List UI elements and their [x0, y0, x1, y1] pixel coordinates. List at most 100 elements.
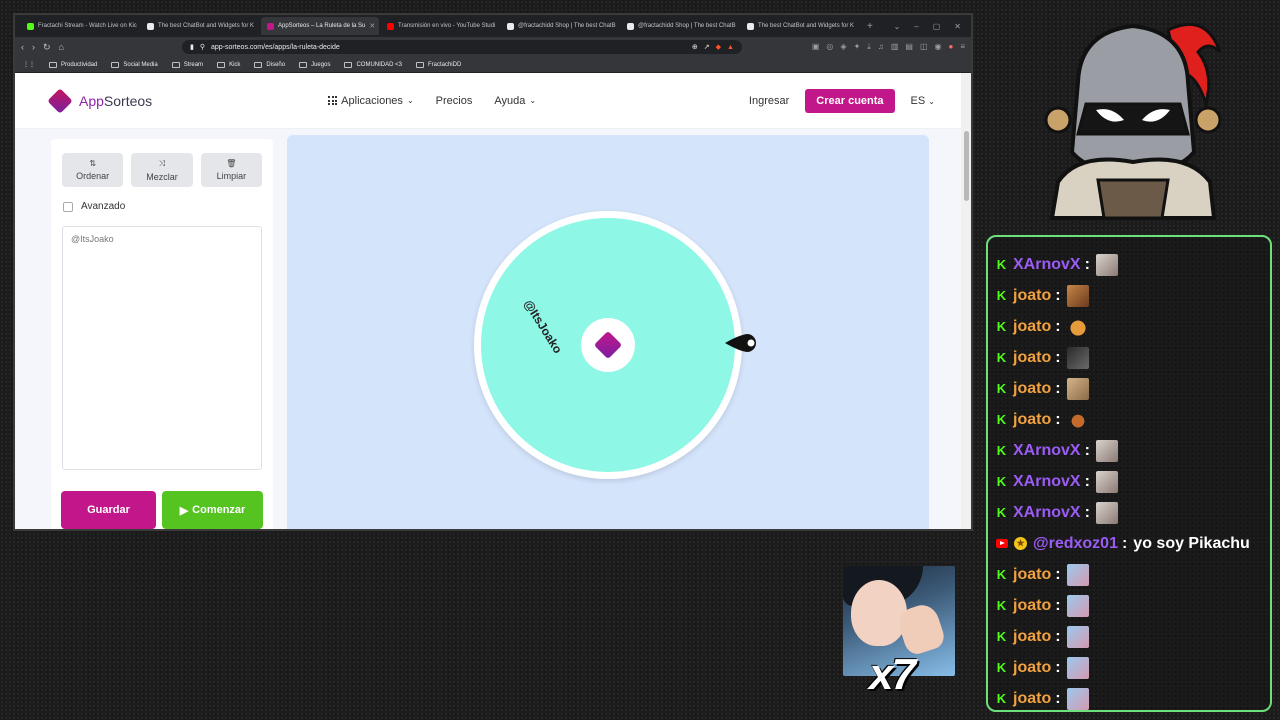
tab-close-icon[interactable]: ✕ — [258, 22, 259, 30]
color-swatch[interactable] — [392, 529, 408, 531]
chat-username[interactable]: XArnovX — [1013, 256, 1081, 274]
save-button[interactable]: Guardar — [61, 491, 157, 529]
wallet-icon[interactable]: ◫ — [920, 42, 928, 52]
site-logo[interactable]: AppSorteos — [47, 87, 152, 114]
color-swatch[interactable] — [335, 529, 351, 531]
extension-icon[interactable]: ◎ — [826, 42, 833, 52]
nav-apps[interactable]: Aplicaciones ⌄ — [328, 95, 414, 107]
zoom-icon[interactable]: ⊕ — [692, 43, 698, 51]
extension-icon[interactable]: ▣ — [812, 42, 820, 52]
chat-username[interactable]: XArnovX — [1013, 473, 1081, 491]
wheel-hub[interactable] — [581, 318, 635, 372]
bookmark-folder[interactable]: Productividad — [49, 61, 97, 68]
bookmark-folder[interactable]: Social Media — [111, 61, 158, 68]
chat-emote-icon — [1066, 315, 1089, 338]
login-link[interactable]: Ingresar — [749, 95, 789, 107]
shuffle-icon: ⤨ — [158, 158, 166, 168]
bookmark-folder[interactable]: COMUNIDAD <3 — [344, 61, 402, 68]
maximize-icon[interactable]: ▢ — [933, 22, 941, 31]
chat-username[interactable]: joato — [1013, 597, 1051, 615]
download-icon[interactable]: ⤓ — [867, 42, 871, 52]
menu-icon[interactable]: ≡ — [960, 42, 965, 52]
apps-grid-icon[interactable]: ⋮⋮ — [23, 61, 35, 68]
bookmark-folder[interactable]: FractachiDD — [415, 61, 461, 68]
minimize-icon[interactable]: – — [914, 22, 918, 31]
chat-username[interactable]: joato — [1013, 349, 1051, 367]
chat-username[interactable]: XArnovX — [1013, 504, 1081, 522]
color-swatch[interactable] — [430, 529, 446, 531]
page-scrollbar[interactable] — [961, 73, 971, 529]
chat-username[interactable]: joato — [1013, 690, 1051, 708]
entries-textarea[interactable]: @ItsJoako — [62, 226, 262, 470]
profile-icon[interactable]: ● — [948, 42, 953, 52]
knight-mascot-icon — [1044, 22, 1222, 220]
advanced-toggle[interactable]: Avanzado — [51, 187, 273, 212]
url-field[interactable]: ▮ ⚲ app-sorteos.com/es/apps/la-ruleta-de… — [181, 40, 742, 54]
bookmark-folder[interactable]: Kick — [217, 61, 240, 68]
browser-tab[interactable]: AppSorteos – La Ruleta de la Su ✕ — [261, 17, 379, 35]
browser-tab[interactable]: The best ChatBot and Widgets for K✕ — [741, 17, 859, 35]
chat-separator: : — [1055, 348, 1061, 366]
color-swatch[interactable] — [354, 529, 370, 531]
sort-button[interactable]: ⇅ Ordenar — [62, 153, 124, 187]
back-icon[interactable]: ‹ — [21, 42, 24, 52]
nav-help[interactable]: Ayuda ⌄ — [494, 95, 536, 107]
chat-username[interactable]: joato — [1013, 628, 1051, 646]
shuffle-button[interactable]: ⤨ Mezclar — [131, 153, 193, 187]
start-button[interactable]: ▶ Comenzar — [162, 491, 263, 529]
color-swatch[interactable] — [449, 529, 465, 531]
create-account-button[interactable]: Crear cuenta — [805, 88, 895, 113]
bookmark-icon[interactable]: ▮ — [190, 43, 194, 51]
home-icon[interactable]: ⌂ — [59, 42, 64, 52]
browser-tab[interactable]: @fractachidd Shop | The best ChatB✕ — [501, 17, 619, 35]
chevron-down-icon: ⌄ — [928, 96, 935, 106]
language-select[interactable]: ES ⌄ — [911, 95, 935, 107]
nav-prices[interactable]: Precios — [436, 95, 473, 107]
browser-tab[interactable]: The best ChatBot and Widgets for K✕ — [141, 17, 259, 35]
chat-username[interactable]: joato — [1013, 659, 1051, 677]
chat-username[interactable]: joato — [1013, 318, 1051, 336]
brave-shield-icon[interactable]: ◆ — [716, 43, 721, 51]
bookmark-folder[interactable]: Stream — [171, 61, 203, 68]
color-swatch[interactable] — [297, 529, 313, 531]
forward-icon[interactable]: › — [32, 42, 35, 52]
scrollbar-thumb[interactable] — [964, 131, 969, 201]
spin-wheel[interactable]: @ItsJoako — [481, 218, 735, 472]
music-icon[interactable]: ♫ — [878, 42, 884, 52]
bookmark-folder[interactable]: Juegos — [299, 61, 330, 68]
tab-bar: Fractachi Stream - Watch Live on Kic✕The… — [15, 15, 971, 37]
new-tab-icon[interactable]: + — [867, 21, 873, 32]
library-icon[interactable]: ▥ — [891, 42, 899, 52]
tab-close-icon[interactable]: ✕ — [369, 22, 375, 30]
color-swatch[interactable] — [373, 529, 389, 531]
bookmark-folder[interactable]: Diseño — [254, 61, 285, 68]
color-swatch[interactable] — [487, 529, 503, 531]
chat-message: Kjoato: — [996, 559, 1262, 590]
vpn-icon[interactable]: ◉ — [935, 42, 942, 52]
extension-icon[interactable]: ◈ — [840, 42, 846, 52]
close-window-icon[interactable]: ✕ — [954, 22, 961, 31]
chat-username[interactable]: joato — [1013, 566, 1051, 584]
sidebar-icon[interactable]: ▤ — [905, 42, 913, 52]
chat-username[interactable]: XArnovX — [1013, 442, 1081, 460]
share-icon[interactable]: ↗ — [704, 43, 710, 51]
chat-message: Kjoato: — [996, 342, 1262, 373]
tab-close-icon[interactable]: ✕ — [858, 22, 859, 30]
chat-username[interactable]: joato — [1013, 287, 1051, 305]
clear-button[interactable]: 🗑 Limpiar — [200, 153, 262, 187]
browser-tab[interactable]: @fractachidd Shop | The best ChatB✕ — [621, 17, 739, 35]
advanced-checkbox[interactable] — [63, 201, 73, 212]
chat-username[interactable]: joato — [1013, 380, 1051, 398]
color-swatch[interactable] — [316, 529, 332, 531]
chat-username[interactable]: joato — [1013, 411, 1051, 429]
chevron-down-icon[interactable]: ⌄ — [894, 22, 901, 31]
site-info-icon[interactable]: ⚲ — [200, 43, 205, 51]
chat-username[interactable]: @redxoz01 — [1033, 535, 1118, 553]
extension-icon[interactable]: ✦ — [854, 42, 861, 52]
color-swatch[interactable] — [411, 529, 427, 531]
reload-icon[interactable]: ↻ — [43, 42, 51, 53]
browser-tab[interactable]: Transmisión en vivo - YouTube Studi✕ — [381, 17, 499, 35]
color-swatch[interactable] — [468, 529, 484, 531]
rewards-icon[interactable]: ▲ — [727, 44, 734, 51]
browser-tab[interactable]: Fractachi Stream - Watch Live on Kic✕ — [21, 17, 139, 35]
